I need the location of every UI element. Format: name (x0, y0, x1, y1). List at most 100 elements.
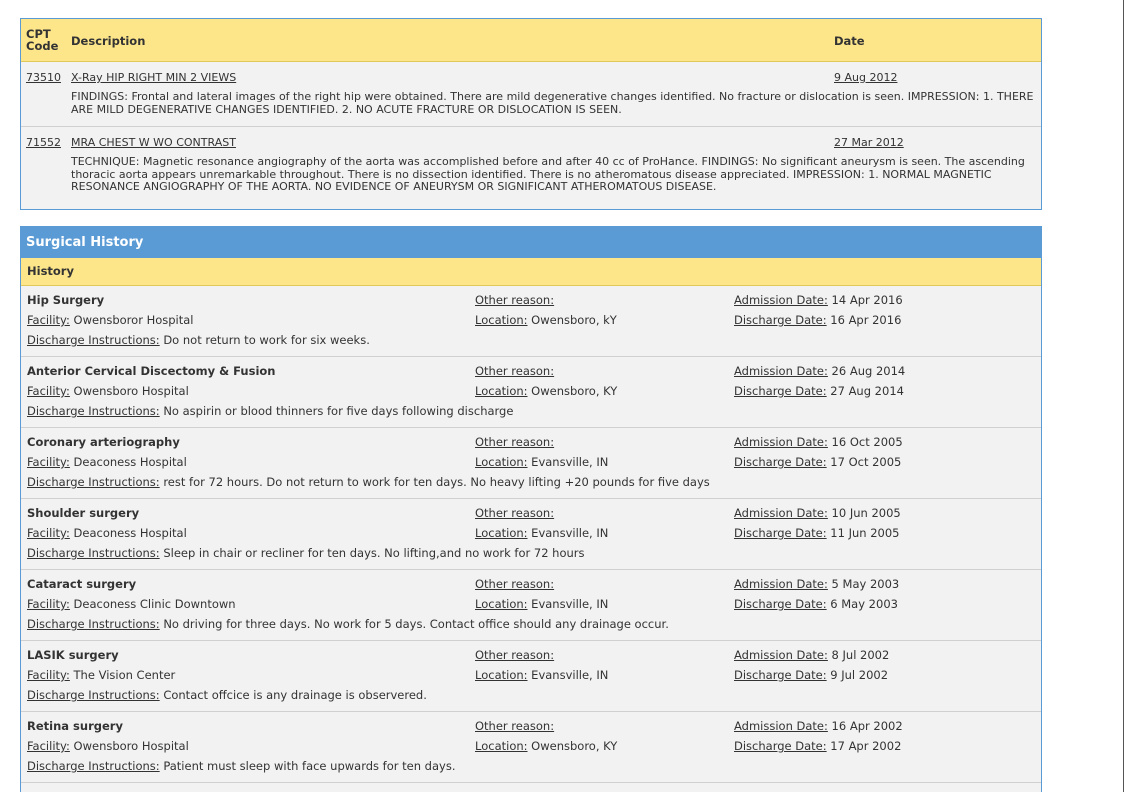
location-value: Evansville, IN (531, 668, 609, 682)
other-reason-label-link[interactable]: Other reason: (475, 364, 554, 378)
history-entry: LASIK surgery Facility: The Vision Center… (21, 641, 1041, 712)
other-reason-field: Other reason: (475, 293, 554, 307)
location-label-link[interactable]: Location: (475, 739, 528, 753)
location-label-link[interactable]: Location: (475, 526, 528, 540)
other-reason-field: Other reason: (475, 577, 554, 591)
facility-value: Owensboro Hospital (73, 739, 189, 753)
facility-label-link[interactable]: Facility: (27, 384, 70, 398)
surgical-history-title: Surgical History (21, 226, 1041, 258)
discharge-date-label-link[interactable]: Discharge Date: (734, 668, 827, 682)
location-label-link[interactable]: Location: (475, 313, 528, 327)
discharge-instructions-label-link[interactable]: Discharge Instructions: (27, 617, 160, 631)
location-field: Location: Owensboro, KY (475, 384, 617, 398)
header-cpt-code: CPT Code (26, 28, 58, 52)
cpt-code-link[interactable]: 71552 (26, 136, 61, 149)
admission-date-value: 10 Jun 2005 (831, 506, 901, 520)
other-reason-label-link[interactable]: Other reason: (475, 293, 554, 307)
discharge-date-label-link[interactable]: Discharge Date: (734, 526, 827, 540)
discharge-instructions-value: No aspirin or blood thinners for five da… (163, 404, 514, 418)
discharge-instructions-label-link[interactable]: Discharge Instructions: (27, 688, 160, 702)
location-field: Location: Evansville, IN (475, 455, 608, 469)
location-label-link[interactable]: Location: (475, 668, 528, 682)
discharge-date-label-link[interactable]: Discharge Date: (734, 597, 827, 611)
other-reason-label-link[interactable]: Other reason: (475, 577, 554, 591)
history-entry: Anterior Cervical Discectomy & Fusion Fac… (21, 357, 1041, 428)
admission-date-label-link[interactable]: Admission Date: (734, 719, 828, 733)
discharge-instructions-label-link[interactable]: Discharge Instructions: (27, 475, 160, 489)
admission-date-field: Admission Date: 16 Oct 2005 (734, 435, 903, 449)
discharge-instructions-value: rest for 72 hours. Do not return to work… (163, 475, 710, 489)
procedure-name: LASIK surgery (27, 648, 119, 662)
admission-date-field: Admission Date: 5 May 2003 (734, 577, 899, 591)
other-reason-label-link[interactable]: Other reason: (475, 648, 554, 662)
history-entry: Hip Surgery Facility: Owensboror Hospital… (21, 286, 1041, 357)
location-field: Location: Evansville, IN (475, 597, 608, 611)
facility-field: Facility: The Vision Center (27, 668, 175, 682)
discharge-instructions-label-link[interactable]: Discharge Instructions: (27, 333, 160, 347)
history-entry: Cataract surgery Facility: Deaconess Clin… (21, 570, 1041, 641)
discharge-date-field: Discharge Date: 6 May 2003 (734, 597, 898, 611)
facility-label-link[interactable]: Facility: (27, 739, 70, 753)
facility-label-link[interactable]: Facility: (27, 313, 70, 327)
admission-date-value: 14 Apr 2016 (831, 293, 903, 307)
procedure-name: Shoulder surgery (27, 506, 140, 520)
other-reason-label-link[interactable]: Other reason: (475, 506, 554, 520)
discharge-instructions-field: Discharge Instructions: Sleep in chair o… (27, 546, 585, 560)
discharge-instructions-value: Do not return to work for six weeks. (163, 333, 370, 347)
discharge-date-field: Discharge Date: 16 Apr 2016 (734, 313, 901, 327)
location-label-link[interactable]: Location: (475, 384, 528, 398)
location-value: Owensboro, KY (531, 739, 618, 753)
facility-value: Owensboror Hospital (73, 313, 194, 327)
facility-label-link[interactable]: Facility: (27, 526, 70, 540)
admission-date-label-link[interactable]: Admission Date: (734, 293, 828, 307)
facility-label-link[interactable]: Facility: (27, 597, 70, 611)
description-link[interactable]: X-Ray HIP RIGHT MIN 2 VIEWS (71, 71, 236, 84)
admission-date-label-link[interactable]: Admission Date: (734, 577, 828, 591)
location-label-link[interactable]: Location: (475, 597, 528, 611)
discharge-instructions-field: Discharge Instructions: Patient must sle… (27, 759, 455, 773)
discharge-date-label-link[interactable]: Discharge Date: (734, 313, 827, 327)
discharge-instructions-field: Discharge Instructions: No aspirin or bl… (27, 404, 513, 418)
header-description: Description (71, 34, 146, 48)
date-link[interactable]: 27 Mar 2012 (834, 136, 904, 149)
location-value: Owensboro, KY (531, 384, 618, 398)
admission-date-label-link[interactable]: Admission Date: (734, 435, 828, 449)
procedure-name: Coronary arteriography (27, 435, 180, 449)
facility-label-link[interactable]: Facility: (27, 455, 70, 469)
admission-date-label-link[interactable]: Admission Date: (734, 648, 828, 662)
other-reason-field: Other reason: (475, 648, 554, 662)
facility-field: Facility: Deaconess Hospital (27, 455, 187, 469)
discharge-date-field: Discharge Date: 17 Apr 2002 (734, 739, 901, 753)
imaging-row: 71552 MRA CHEST W WO CONTRAST 27 Mar 201… (21, 127, 1041, 209)
discharge-instructions-label-link[interactable]: Discharge Instructions: (27, 759, 160, 773)
cpt-code-link[interactable]: 73510 (26, 71, 61, 84)
imaging-row: 73510 X-Ray HIP RIGHT MIN 2 VIEWS 9 Aug … (21, 62, 1041, 127)
discharge-instructions-value: Contact offcice is any drainage is obser… (163, 688, 427, 702)
discharge-instructions-field: Discharge Instructions: Do not return to… (27, 333, 370, 347)
date-link[interactable]: 9 Aug 2012 (834, 71, 897, 84)
admission-date-field: Admission Date: 10 Jun 2005 (734, 506, 901, 520)
admission-date-field: Admission Date: 26 Aug 2014 (734, 364, 905, 378)
other-reason-label-link[interactable]: Other reason: (475, 435, 554, 449)
discharge-date-label-link[interactable]: Discharge Date: (734, 739, 827, 753)
admission-date-label-link[interactable]: Admission Date: (734, 364, 828, 378)
history-entry: Shoulder surgery Facility: Deaconess Hosp… (21, 499, 1041, 570)
header-date: Date (834, 34, 865, 48)
facility-label-link[interactable]: Facility: (27, 668, 70, 682)
admission-date-value: 16 Oct 2005 (831, 435, 903, 449)
discharge-date-label-link[interactable]: Discharge Date: (734, 455, 827, 469)
discharge-date-field: Discharge Date: 11 Jun 2005 (734, 526, 899, 540)
admission-date-label-link[interactable]: Admission Date: (734, 506, 828, 520)
description-link[interactable]: MRA CHEST W WO CONTRAST (71, 136, 236, 149)
discharge-instructions-field: Discharge Instructions: Contact offcice … (27, 688, 427, 702)
discharge-date-value: 9 Jul 2002 (830, 668, 889, 682)
discharge-date-value: 6 May 2003 (830, 597, 898, 611)
other-reason-label-link[interactable]: Other reason: (475, 719, 554, 733)
facility-field: Facility: Owensboro Hospital (27, 739, 189, 753)
procedure-name: Anterior Cervical Discectomy & Fusion (27, 364, 276, 378)
discharge-date-label-link[interactable]: Discharge Date: (734, 384, 827, 398)
location-label-link[interactable]: Location: (475, 455, 528, 469)
discharge-instructions-label-link[interactable]: Discharge Instructions: (27, 404, 160, 418)
location-field: Location: Owensboro, kY (475, 313, 617, 327)
discharge-instructions-label-link[interactable]: Discharge Instructions: (27, 546, 160, 560)
